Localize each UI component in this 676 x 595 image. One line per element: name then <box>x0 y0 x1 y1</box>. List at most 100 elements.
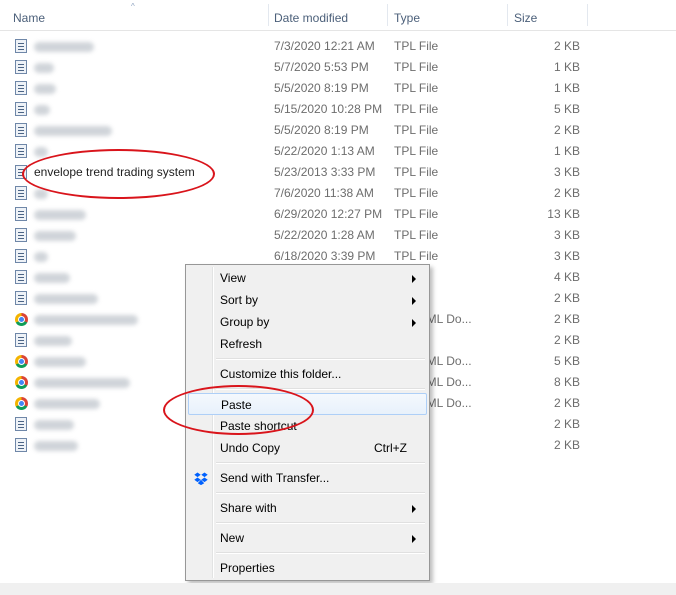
file-size: 2 KB <box>553 333 580 347</box>
submenu-arrow-icon <box>412 535 416 543</box>
chrome-icon <box>15 376 28 389</box>
file-size: 13 KB <box>547 207 580 221</box>
file-size: 3 KB <box>553 165 580 179</box>
column-size[interactable]: Size <box>514 0 537 30</box>
column-divider[interactable] <box>268 4 269 26</box>
menu-item-shortcut: Ctrl+Z <box>374 441 407 455</box>
chrome-icon <box>15 397 28 410</box>
file-name[interactable] <box>34 435 78 456</box>
file-name[interactable] <box>34 225 76 246</box>
redacted-file-name <box>34 252 48 262</box>
menu-item-view[interactable]: View <box>188 267 427 289</box>
column-type[interactable]: Type <box>394 0 420 30</box>
menu-item-undo-copy[interactable]: Undo Copy Ctrl+Z <box>188 437 427 459</box>
redacted-file-name <box>34 294 98 304</box>
file-type: TPL File <box>394 102 439 116</box>
menu-item-send-with-transfer[interactable]: Send with Transfer... <box>188 467 427 489</box>
text-file-icon <box>15 228 27 242</box>
column-divider[interactable] <box>587 4 588 26</box>
text-file-icon <box>15 144 27 158</box>
menu-item-label: Customize this folder... <box>220 367 342 381</box>
menu-item-share-with[interactable]: Share with <box>188 497 427 519</box>
file-date-modified: 5/7/2020 5:53 PM <box>274 60 369 74</box>
menu-item-sort-by[interactable]: Sort by <box>188 289 427 311</box>
file-row[interactable]: 6/29/2020 12:27 PM TPL File 13 KB <box>0 204 676 225</box>
file-size: 8 KB <box>553 375 580 389</box>
file-date-modified: 6/29/2020 12:27 PM <box>274 207 383 221</box>
redacted-file-name <box>34 378 130 388</box>
file-name[interactable] <box>34 78 56 99</box>
file-date-modified: 7/3/2020 12:21 AM <box>274 39 375 53</box>
file-date-modified: 5/22/2020 1:13 AM <box>274 144 375 158</box>
file-row[interactable]: 7/3/2020 12:21 AM TPL File 2 KB <box>0 36 676 57</box>
text-file-icon <box>15 102 27 116</box>
file-name[interactable] <box>34 36 94 57</box>
column-name[interactable]: Name <box>13 0 45 30</box>
file-size: 1 KB <box>553 144 580 158</box>
redacted-file-name <box>34 441 78 451</box>
submenu-arrow-icon <box>412 275 416 283</box>
menu-item-group-by[interactable]: Group by <box>188 311 427 333</box>
text-file-icon <box>15 60 27 74</box>
file-size: 5 KB <box>553 354 580 368</box>
file-type: TPL File <box>394 39 439 53</box>
menu-item-refresh[interactable]: Refresh <box>188 333 427 355</box>
redacted-file-name <box>34 336 72 346</box>
file-name[interactable] <box>34 351 86 372</box>
file-size: 1 KB <box>553 60 580 74</box>
file-name[interactable] <box>34 372 130 393</box>
menu-item-customize-this-folder[interactable]: Customize this folder... <box>188 363 427 385</box>
text-file-icon <box>15 438 27 452</box>
column-date-modified[interactable]: Date modified <box>274 0 348 30</box>
menu-item-label: Share with <box>220 501 277 515</box>
redacted-file-name <box>34 420 74 430</box>
file-name[interactable] <box>34 393 100 414</box>
text-file-icon <box>15 417 27 431</box>
file-name[interactable] <box>34 246 48 267</box>
file-name[interactable] <box>34 414 74 435</box>
column-divider[interactable] <box>387 4 388 26</box>
redacted-file-name <box>34 126 112 136</box>
column-divider[interactable] <box>507 4 508 26</box>
redacted-file-name <box>34 42 94 52</box>
menu-item-label: Group by <box>220 315 270 329</box>
status-bar <box>0 583 676 595</box>
menu-item-label: Undo Copy <box>220 441 281 455</box>
redacted-file-name <box>34 105 50 115</box>
menu-item-label: View <box>220 271 246 285</box>
dropbox-icon <box>194 472 208 485</box>
file-name[interactable] <box>34 330 72 351</box>
file-type: TPL File <box>394 207 439 221</box>
text-file-icon <box>15 123 27 137</box>
text-file-icon <box>15 291 27 305</box>
file-name[interactable] <box>34 120 112 141</box>
file-name[interactable] <box>34 288 98 309</box>
file-name[interactable] <box>34 99 50 120</box>
file-size: 2 KB <box>553 39 580 53</box>
text-file-icon <box>15 81 27 95</box>
text-file-icon <box>15 39 27 53</box>
file-row[interactable]: 5/5/2020 8:19 PM TPL File 1 KB <box>0 78 676 99</box>
file-name[interactable] <box>34 309 138 330</box>
file-row[interactable]: 5/7/2020 5:53 PM TPL File 1 KB <box>0 57 676 78</box>
file-name[interactable] <box>34 267 70 288</box>
menu-separator <box>216 462 425 464</box>
file-date-modified: 5/5/2020 8:19 PM <box>274 123 369 137</box>
file-date-modified: 5/22/2020 1:28 AM <box>274 228 375 242</box>
file-row[interactable]: 5/22/2020 1:28 AM TPL File 3 KB <box>0 225 676 246</box>
text-file-icon <box>15 249 27 263</box>
file-row[interactable]: 5/5/2020 8:19 PM TPL File 2 KB <box>0 120 676 141</box>
menu-item-properties[interactable]: Properties <box>188 557 427 579</box>
file-name[interactable] <box>34 204 86 225</box>
redacted-file-name <box>34 273 70 283</box>
submenu-arrow-icon <box>412 319 416 327</box>
text-file-icon <box>15 186 27 200</box>
file-size: 2 KB <box>553 291 580 305</box>
file-row[interactable]: 5/15/2020 10:28 PM TPL File 5 KB <box>0 99 676 120</box>
file-type: TPL File <box>394 228 439 242</box>
annotation-ellipse-file <box>22 149 215 199</box>
menu-item-new[interactable]: New <box>188 527 427 549</box>
file-type: TPL File <box>394 165 439 179</box>
file-type: TPL File <box>394 186 439 200</box>
file-name[interactable] <box>34 57 54 78</box>
